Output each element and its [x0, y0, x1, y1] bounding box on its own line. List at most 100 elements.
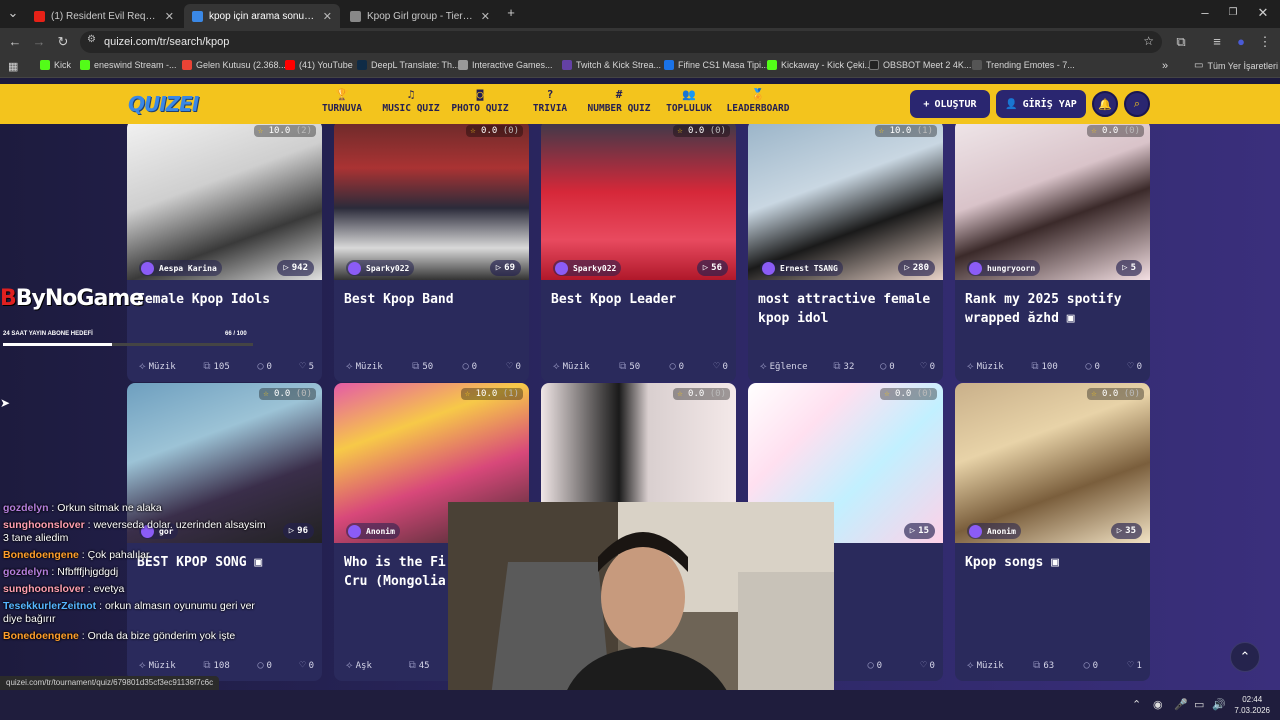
create-button[interactable]: + OLUŞTUR — [910, 90, 990, 118]
play-count-value: 280 — [912, 263, 929, 273]
microphone-icon[interactable]: 🎤 — [1174, 698, 1188, 711]
quiz-card[interactable]: ☆ 10.0 (1) Ernest TSANG ▷ 280 most attrac… — [748, 124, 943, 382]
chat-username[interactable]: TesekkurlerZeitnot — [3, 600, 96, 612]
apps-icon[interactable]: ▦ — [8, 60, 18, 73]
search-icon[interactable]: ⌕ — [1124, 91, 1150, 117]
display-icon[interactable]: ▭ — [1194, 698, 1204, 711]
reload-icon[interactable]: ↻ — [54, 33, 72, 51]
nav-label: TOPLULUK — [666, 103, 712, 114]
nav-photo-quiz[interactable]: ◙ PHOTO QUIZ — [451, 88, 509, 116]
author-chip[interactable]: Sparky022 — [553, 260, 622, 276]
close-tab-icon[interactable]: ✕ — [165, 10, 174, 23]
like-count[interactable]: ♡ 0 — [300, 660, 314, 671]
play-count-value: 69 — [504, 263, 515, 273]
browser-tab[interactable]: Kpop Girl group - Tier List | Kör ✕ — [342, 4, 498, 28]
site-info-icon[interactable]: ⚙ — [87, 34, 96, 45]
bookmark-item[interactable]: eneswind Stream -... — [80, 60, 177, 70]
close-tab-icon[interactable]: ✕ — [481, 10, 490, 23]
scroll-to-top-button[interactable]: ⌃ — [1230, 642, 1260, 672]
login-button[interactable]: 👤 GİRİŞ YAP — [996, 90, 1086, 118]
quiz-title[interactable]: Kpop songs ▣ — [965, 553, 1145, 572]
new-tab-icon[interactable]: + — [502, 4, 520, 22]
show-hidden-icons-icon[interactable]: ⌃ — [1132, 698, 1141, 711]
bookmark-item[interactable]: Fifine CS1 Masa Tipi... — [664, 60, 769, 70]
all-bookmarks-folder[interactable]: ▭ Tüm Yer İşaretleri — [1194, 60, 1278, 71]
volume-icon[interactable]: 🔊 — [1212, 698, 1226, 711]
star-icon: ☆ — [878, 126, 885, 136]
like-count[interactable]: ♡ 0 — [714, 361, 728, 372]
bookmark-item[interactable]: Twitch & Kick Strea... — [562, 60, 661, 70]
quiz-title[interactable]: Rank my 2025 spotify wrapped ăzhd ▣ — [965, 290, 1145, 328]
chat-username[interactable]: Bonedoengene — [3, 630, 79, 642]
like-count[interactable]: ♡ 0 — [921, 361, 935, 372]
nav-trivia[interactable]: ? TRIVIA — [530, 88, 570, 116]
chat-username[interactable]: gozdelyn — [3, 502, 49, 514]
minimize-icon[interactable]: – — [1196, 4, 1214, 22]
chat-username[interactable]: sunghoonslover — [3, 583, 85, 595]
discord-tray-icon[interactable]: ◉ — [1153, 698, 1163, 711]
extensions-icon[interactable]: ⧉ — [1172, 33, 1190, 51]
bookmark-item[interactable]: Trending Emotes - 7... — [972, 60, 1075, 70]
nav-label: TRIVIA — [532, 103, 568, 114]
like-count[interactable]: ♡ 5 — [300, 361, 314, 372]
site-logo[interactable]: QUIZEI — [128, 92, 199, 116]
bookmark-item[interactable]: Interactive Games... — [458, 60, 553, 70]
quiz-thumbnail[interactable] — [334, 124, 529, 280]
close-tab-icon[interactable]: ✕ — [323, 10, 332, 23]
quiz-thumbnail[interactable] — [955, 124, 1150, 280]
quiz-title[interactable]: Best Kpop Band — [344, 290, 524, 309]
author-chip[interactable]: hungryoorn — [967, 260, 1041, 276]
system-clock[interactable]: 02:44 7.03.2026 — [1234, 694, 1270, 716]
quiz-card[interactable]: ☆ 0.0 (0) Sparky022 ▷ 69 Best Kpop Band ⟡… — [334, 124, 529, 382]
chat-username[interactable]: Bonedoengene — [3, 549, 79, 561]
quiz-card[interactable]: ☆ 0.0 (0) hungryoorn ▷ 5 Rank my 2025 spo… — [955, 124, 1150, 382]
like-count[interactable]: ♡ 1 — [1128, 660, 1142, 671]
nav-topluluk[interactable]: 👥 TOPLULUK — [665, 88, 713, 116]
page-favicon-icon — [350, 10, 361, 22]
browser-tab[interactable]: (1) Resident Evil Requiem - 4th ✕ — [26, 4, 182, 28]
chat-username[interactable]: sunghoonslover — [3, 519, 85, 531]
nav-leaderboard[interactable]: 🏅 LEADERBOARD — [726, 88, 790, 116]
profile-avatar-icon[interactable]: ● — [1232, 33, 1250, 51]
author-chip[interactable]: Sparky022 — [346, 260, 415, 276]
quiz-title[interactable]: most attractive female kpop idol — [758, 290, 938, 328]
bookmark-item[interactable]: Kickaway - Kick Çeki... — [767, 60, 872, 70]
menu-icon[interactable]: ⋮ — [1256, 33, 1274, 51]
quiz-thumbnail[interactable] — [127, 124, 322, 280]
like-count[interactable]: ♡ 0 — [1128, 361, 1142, 372]
author-chip[interactable]: Aespa Karina — [139, 260, 222, 276]
like-count[interactable]: ♡ 0 — [921, 660, 935, 671]
nav-turnuva[interactable]: 🏆 TURNUVA — [320, 88, 364, 116]
quiz-thumbnail[interactable] — [541, 124, 736, 280]
author-chip[interactable]: Ernest TSANG — [760, 260, 843, 276]
quiz-card[interactable]: ☆ 0.0 (0) Anonim ▷ 35 Kpop songs ▣ ⟡ Müzik… — [955, 383, 1150, 681]
quiz-title[interactable]: Female Kpop Idols — [137, 290, 317, 309]
author-chip[interactable]: Anonim — [967, 523, 1021, 539]
bookmark-item[interactable]: Gelen Kutusu (2.368... — [182, 60, 286, 70]
close-window-icon[interactable]: ✕ — [1254, 4, 1272, 22]
nav-number-quiz[interactable]: # NUMBER QUIZ — [587, 88, 651, 116]
reading-list-icon[interactable]: ≡ — [1208, 33, 1226, 51]
address-bar[interactable]: ⚙ quizei.com/tr/search/kpop ☆ — [80, 31, 1162, 53]
quiz-card[interactable]: ☆ 0.0 (0) Sparky022 ▷ 56 Best Kpop Leader… — [541, 124, 736, 382]
forward-icon[interactable]: → — [30, 33, 48, 51]
tab-search-icon[interactable]: ⌄ — [4, 4, 22, 22]
back-icon[interactable]: ← — [6, 33, 24, 51]
bookmark-item[interactable]: OBSBOT Meet 2 4K... — [869, 60, 971, 70]
like-count[interactable]: ♡ 0 — [507, 361, 521, 372]
bookmark-star-icon[interactable]: ☆ — [1143, 34, 1154, 48]
bookmark-item[interactable]: (41) YouTube — [285, 60, 353, 70]
chat-username[interactable]: gozdelyn — [3, 566, 49, 578]
notification-bell-icon[interactable]: 🔔 — [1092, 91, 1118, 117]
bookmark-item[interactable]: Kick — [40, 60, 71, 70]
bookmark-item[interactable]: DeepL Translate: Th... — [357, 60, 460, 70]
quiz-thumbnail[interactable] — [748, 124, 943, 280]
more-bookmarks-icon[interactable]: » — [1162, 60, 1168, 72]
quiz-title[interactable]: Best Kpop Leader — [551, 290, 731, 309]
quiz-thumbnail[interactable] — [955, 383, 1150, 543]
maximize-icon[interactable]: ❐ — [1224, 4, 1242, 22]
folder-icon: ▭ — [1194, 60, 1204, 71]
nav-music-quiz[interactable]: ♫ MUSIC QUIZ — [382, 88, 440, 116]
author-chip[interactable]: Anonim — [346, 523, 400, 539]
browser-tab-active[interactable]: kpop için arama sonuçları - Qui ✕ — [184, 4, 340, 28]
